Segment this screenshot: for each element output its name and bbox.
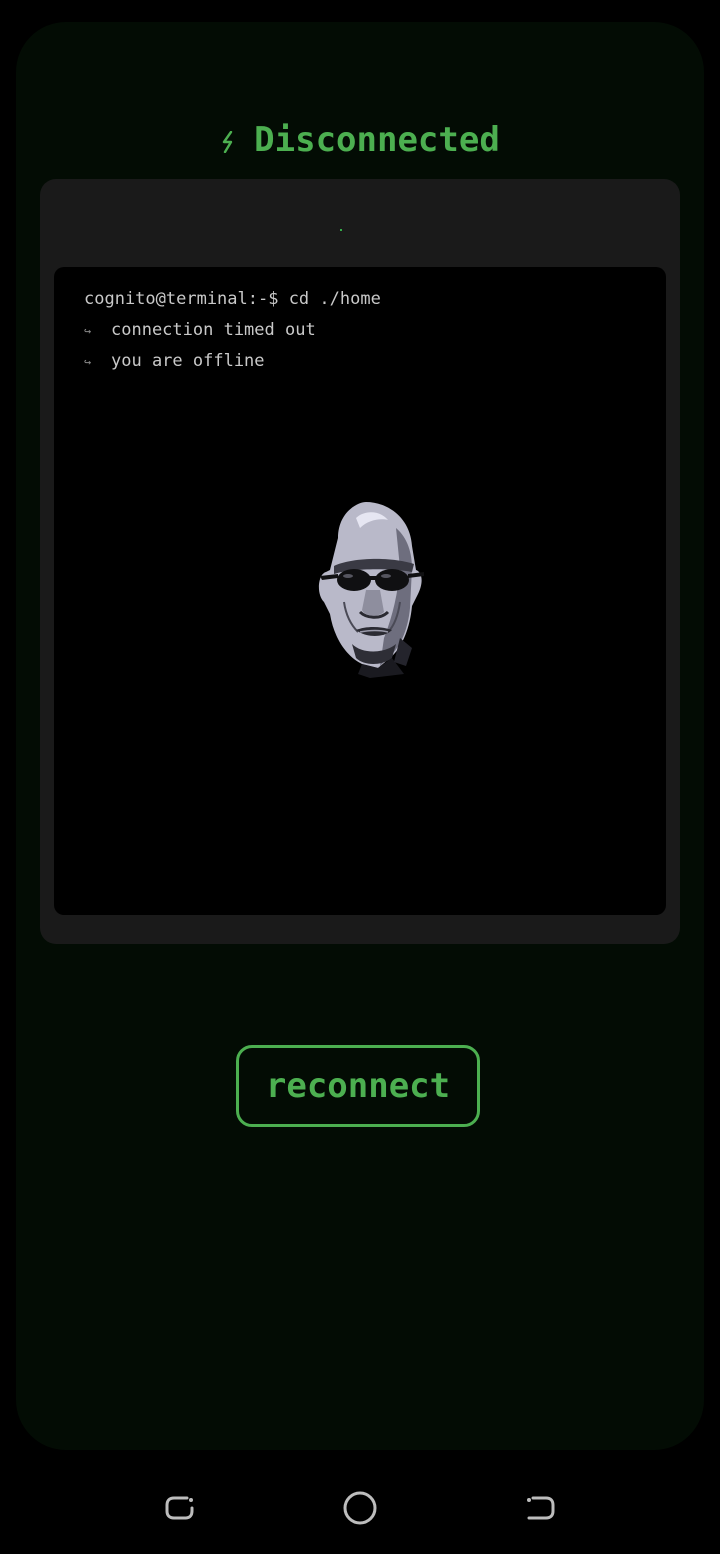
home-button[interactable]: [340, 1488, 380, 1528]
system-navigation-bar: [0, 1460, 720, 1554]
page-title: Disconnected: [254, 120, 500, 160]
back-button[interactable]: [520, 1488, 560, 1528]
reconnect-button[interactable]: reconnect: [236, 1045, 480, 1127]
back-icon: [520, 1496, 560, 1532]
lightning-bolt-icon: [220, 130, 236, 154]
home-circle-icon: [340, 1491, 380, 1532]
terminal-output-line: ↪ you are offline: [84, 351, 265, 372]
screen: Disconnected cognito@terminal:-$ cd ./ho…: [0, 0, 720, 1554]
return-arrow-icon: ↪: [84, 324, 92, 338]
recents-button[interactable]: [160, 1488, 200, 1528]
man-with-sunglasses-portrait: [300, 498, 430, 678]
reconnect-button-label: reconnect: [265, 1066, 451, 1106]
terminal-output-line: ↪ connection timed out: [84, 320, 316, 341]
return-arrow-icon: ↪: [84, 355, 92, 369]
terminal-prompt-line: cognito@terminal:-$ cd ./home: [84, 289, 381, 309]
status-dot: [340, 229, 342, 231]
header: Disconnected: [0, 112, 720, 168]
recents-icon: [160, 1496, 200, 1532]
terminal-output-text: you are offline: [111, 351, 265, 371]
terminal-output-text: connection timed out: [111, 320, 316, 340]
